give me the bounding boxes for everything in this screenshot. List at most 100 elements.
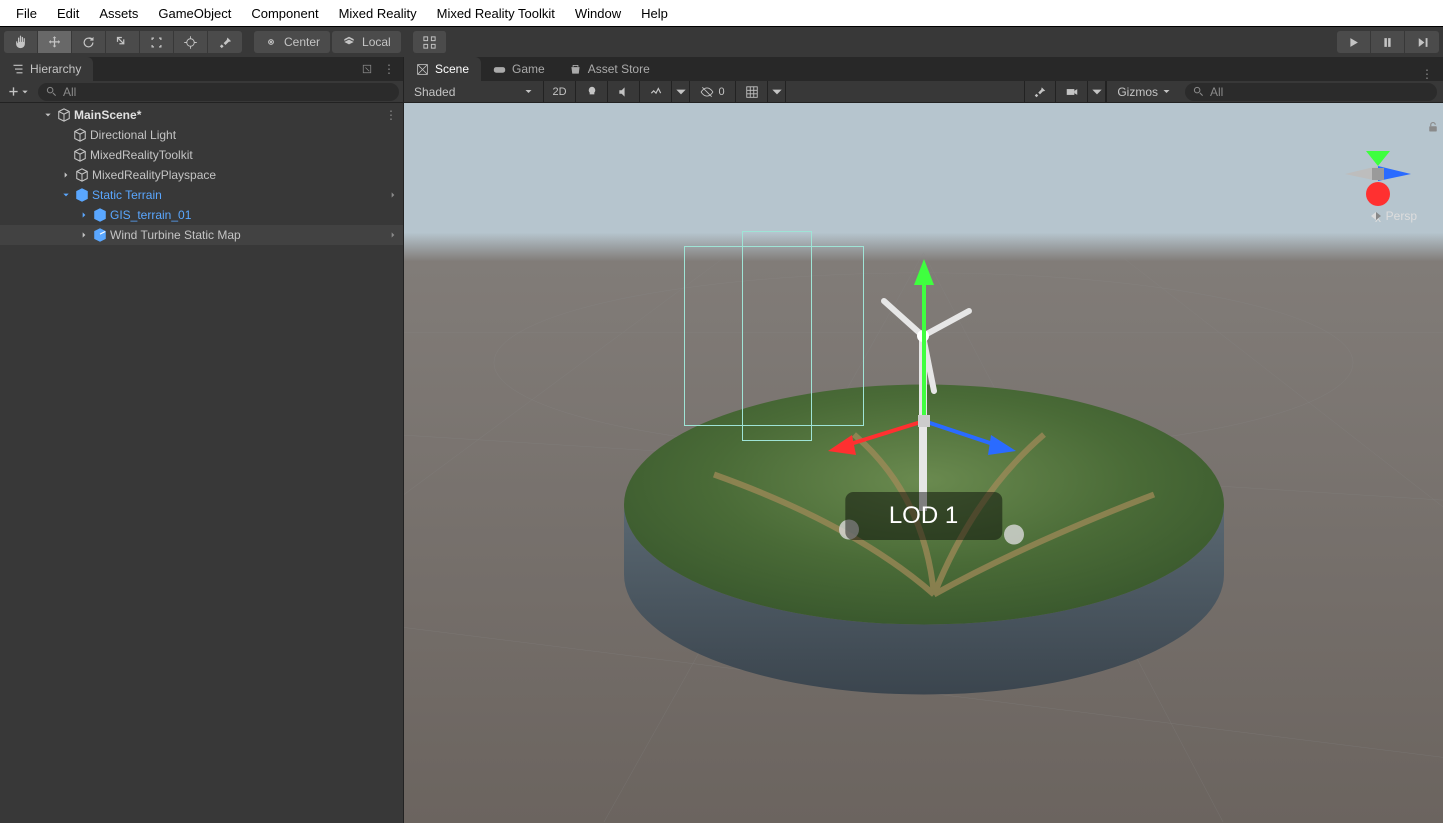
play-controls [1337, 31, 1439, 53]
draw-mode-label: Shaded [414, 85, 455, 99]
scene-menu-icon[interactable]: ⋮ [385, 108, 397, 122]
hierarchy-tab-label: Hierarchy [30, 62, 81, 76]
transform-tool[interactable] [174, 31, 208, 53]
create-button[interactable] [4, 83, 32, 101]
hierarchy-tab-row: Hierarchy ⋮ [0, 57, 403, 81]
hidden-objects-toggle[interactable]: 0 [690, 81, 736, 103]
camera-button[interactable] [1056, 81, 1088, 103]
menu-help[interactable]: Help [631, 0, 678, 27]
rotate-tool[interactable] [72, 31, 106, 53]
custom-tool[interactable] [208, 31, 242, 53]
lighting-toggle[interactable] [576, 81, 608, 103]
hand-tool[interactable] [4, 31, 38, 53]
projection-label: Persp [1386, 209, 1417, 223]
gameobject-icon [72, 147, 88, 163]
fx-toggle[interactable] [640, 81, 672, 103]
scene-tab-icon [416, 63, 429, 76]
tree-label: Directional Light [90, 128, 176, 142]
toggle-2d-button[interactable]: 2D [544, 81, 576, 103]
tab-menu-icon[interactable]: ⋮ [383, 62, 395, 76]
tree-label: GIS_terrain_01 [110, 208, 191, 222]
tab-label: Game [512, 62, 545, 76]
scene-toolbar: Shaded 2D 0 Gizmos Al [404, 81, 1443, 103]
search-icon [1193, 86, 1204, 97]
gizmos-label: Gizmos [1117, 85, 1158, 99]
grid-snap-button[interactable] [413, 31, 447, 53]
gameobject-icon [74, 167, 90, 183]
scene-search-placeholder: All [1210, 85, 1223, 99]
projection-toggle[interactable]: Persp [1370, 209, 1417, 223]
tab-game[interactable]: Game [481, 57, 557, 81]
hierarchy-icon [12, 63, 24, 75]
tree-scene-root[interactable]: MainScene* ⋮ [0, 105, 403, 125]
grid-toggle[interactable] [736, 81, 768, 103]
pivot-mode-button[interactable]: Center [254, 31, 330, 53]
foldout-icon[interactable] [78, 211, 90, 219]
draw-mode-dropdown[interactable]: Shaded [404, 81, 544, 103]
tab-menu-icon[interactable]: ⋮ [1421, 67, 1433, 81]
hierarchy-search-placeholder: All [63, 85, 76, 99]
tools-button[interactable] [1024, 81, 1056, 103]
toolbar: Center Local [0, 27, 1443, 57]
menu-edit[interactable]: Edit [47, 0, 89, 27]
tree-label: Wind Turbine Static Map [110, 228, 241, 242]
pivot-rotation-button[interactable]: Local [332, 31, 401, 53]
chevron-down-icon [524, 87, 533, 96]
foldout-icon[interactable] [60, 191, 72, 199]
scene-viewport[interactable]: LOD 1 x Persp [404, 103, 1443, 823]
scene-search[interactable]: All [1185, 83, 1437, 101]
hierarchy-tree: MainScene* ⋮ Directional Light MixedReal… [0, 103, 403, 823]
pivot-rotation-label: Local [362, 35, 391, 49]
rect-tool[interactable] [140, 31, 174, 53]
tree-item-wind-turbine[interactable]: Wind Turbine Static Map [0, 225, 403, 245]
chevron-down-icon [1162, 87, 1171, 96]
menu-gameobject[interactable]: GameObject [148, 0, 241, 27]
asset-store-icon [569, 63, 582, 76]
tree-item-gis-terrain[interactable]: GIS_terrain_01 [0, 205, 403, 225]
foldout-icon[interactable] [42, 111, 54, 119]
menu-mr-toolkit[interactable]: Mixed Reality Toolkit [427, 0, 565, 27]
step-button[interactable] [1405, 31, 1439, 53]
open-prefab-icon[interactable] [389, 228, 397, 242]
tree-label: MixedRealityToolkit [90, 148, 193, 162]
audio-toggle[interactable] [608, 81, 640, 103]
menu-mixed-reality[interactable]: Mixed Reality [329, 0, 427, 27]
game-tab-icon [493, 63, 506, 76]
pause-button[interactable] [1371, 31, 1405, 53]
hierarchy-tab[interactable]: Hierarchy [0, 57, 93, 81]
pivot-mode-label: Center [284, 35, 320, 49]
menu-window[interactable]: Window [565, 0, 631, 27]
tree-item-static-terrain[interactable]: Static Terrain [0, 185, 403, 205]
tab-label: Asset Store [588, 62, 650, 76]
scene-panel: Scene Game Asset Store ⋮ Shaded 2D [404, 57, 1443, 823]
scale-tool[interactable] [106, 31, 140, 53]
tab-scene[interactable]: Scene [404, 57, 481, 81]
menu-assets[interactable]: Assets [89, 0, 148, 27]
lod-overlay: LOD 1 [845, 492, 1002, 540]
orientation-lock-icon[interactable] [1427, 121, 1439, 136]
camera-dropdown[interactable] [1088, 81, 1106, 103]
scene-name: MainScene* [74, 108, 141, 122]
play-button[interactable] [1337, 31, 1371, 53]
menu-component[interactable]: Component [241, 0, 328, 27]
move-tool[interactable] [38, 31, 72, 53]
tree-item-playspace[interactable]: MixedRealityPlayspace [0, 165, 403, 185]
tab-asset-store[interactable]: Asset Store [557, 57, 662, 81]
foldout-icon[interactable] [60, 171, 72, 179]
prefab-icon [74, 187, 90, 203]
menu-file[interactable]: File [6, 0, 47, 27]
scene-tab-row: Scene Game Asset Store ⋮ [404, 57, 1443, 81]
hierarchy-panel: Hierarchy ⋮ All MainScene* ⋮ [0, 57, 404, 823]
projection-icon [1370, 210, 1382, 222]
grid-dropdown[interactable] [768, 81, 786, 103]
popout-icon[interactable] [361, 63, 373, 75]
gizmos-dropdown[interactable]: Gizmos [1106, 81, 1181, 103]
foldout-icon[interactable] [78, 231, 90, 239]
prefab-variant-icon [92, 227, 108, 243]
tree-item-directional-light[interactable]: Directional Light [0, 125, 403, 145]
wind-turbine-model [884, 301, 969, 511]
hierarchy-search[interactable]: All [38, 83, 399, 101]
fx-dropdown[interactable] [672, 81, 690, 103]
open-prefab-icon[interactable] [389, 188, 397, 202]
tree-item-mrtk[interactable]: MixedRealityToolkit [0, 145, 403, 165]
